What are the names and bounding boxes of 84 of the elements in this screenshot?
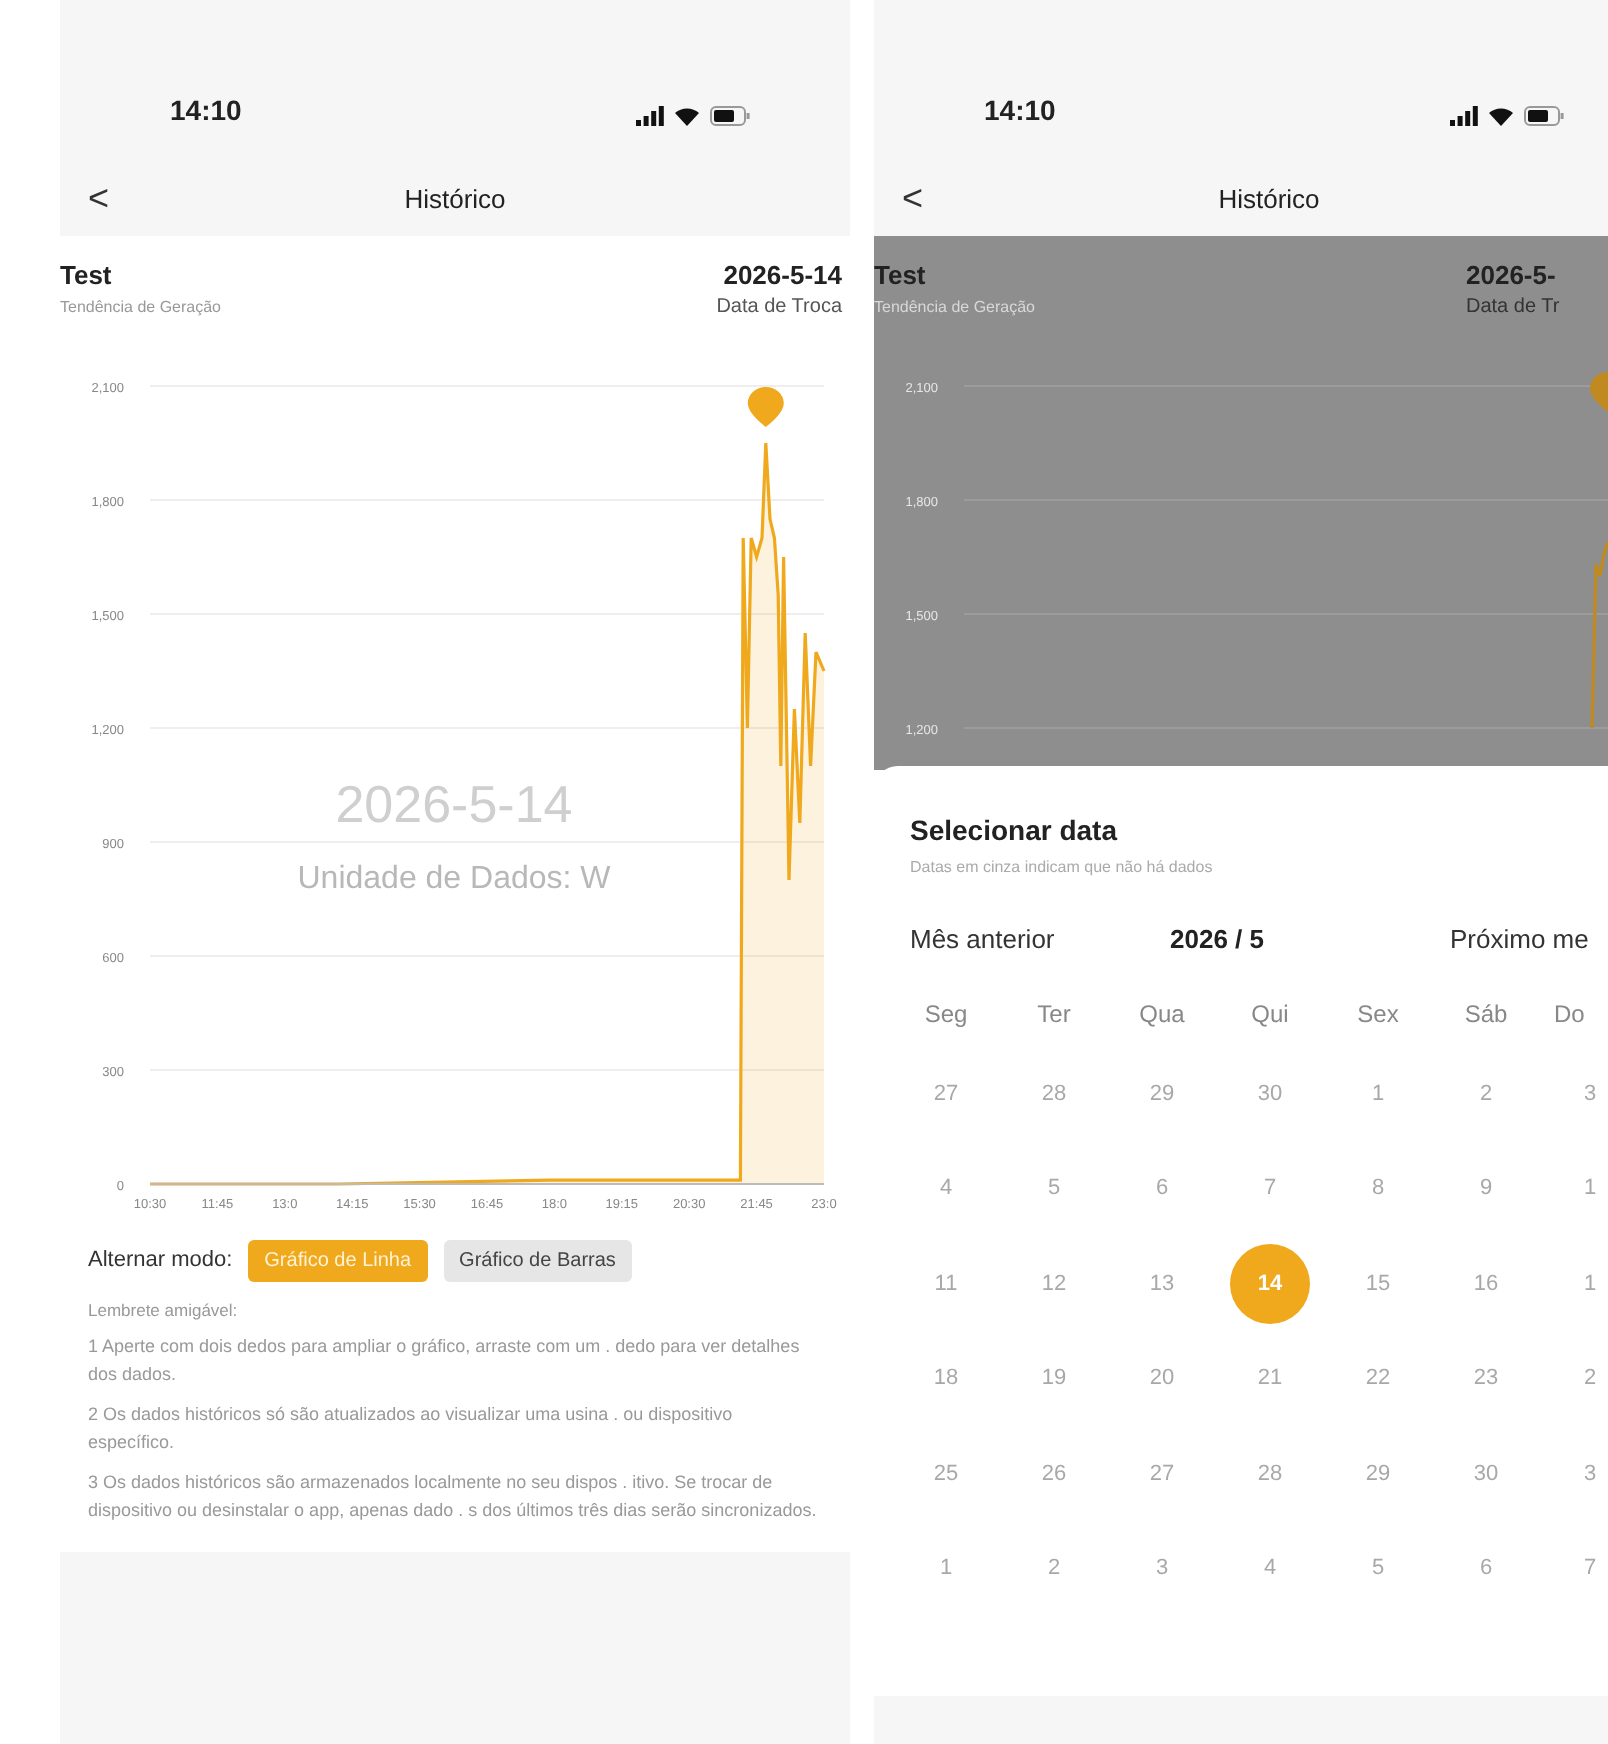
calendar-day[interactable]: 2 <box>1014 1528 1094 1609</box>
next-month-button[interactable]: Próximo me <box>1450 924 1589 954</box>
calendar-day[interactable]: 4 <box>906 1148 986 1229</box>
calendar-day[interactable]: 23 <box>1446 1338 1526 1419</box>
calendar-day[interactable]: 3 <box>1584 1053 1597 1134</box>
calendar-day[interactable]: 1 <box>906 1528 986 1609</box>
calendar-day[interactable]: 9 <box>1446 1148 1526 1229</box>
weekday-label: Qua <box>1137 998 1187 1032</box>
calendar-day[interactable]: 13 <box>1122 1243 1202 1324</box>
calendar-day[interactable]: 3 <box>1122 1528 1202 1609</box>
chart-subtitle: Tendência de Geração <box>874 298 1035 316</box>
calendar-day[interactable]: 2 <box>1446 1053 1526 1134</box>
calendar-day[interactable]: 2 <box>1584 1338 1597 1419</box>
device-name: Test <box>874 260 928 290</box>
calendar-day[interactable]: 26 <box>1014 1433 1094 1514</box>
calendar-day[interactable]: 16 <box>1446 1243 1526 1324</box>
chart-mode-button[interactable]: Gráfico de Linha <box>248 1239 428 1281</box>
calendar-day[interactable]: 30 <box>1230 1053 1310 1134</box>
calendar-day[interactable]: 20 <box>1122 1338 1202 1419</box>
current-month: 2026 / 5 <box>1170 924 1266 954</box>
calendar-day[interactable]: 28 <box>1230 1433 1310 1514</box>
weekday-label: Do <box>1552 998 1587 1032</box>
tips-title: Lembrete amigável: <box>88 1300 240 1320</box>
wifi-icon <box>1488 106 1514 126</box>
calendar-day[interactable]: 30 <box>1446 1433 1526 1514</box>
calendar-day[interactable]: 27 <box>1122 1433 1202 1514</box>
back-button[interactable]: < <box>902 177 930 219</box>
change-date-link[interactable]: Data de Troca <box>716 296 842 318</box>
screen-title: Histórico <box>404 183 506 213</box>
tip-text: 2 Os dados históricos só são atualizados ao visualizar uma usina . ou dispositivo específico. <box>88 1402 735 1456</box>
weekday-label: Sáb <box>1462 998 1510 1032</box>
calendar-day[interactable]: 15 <box>1338 1243 1418 1324</box>
calendar-day[interactable]: 29 <box>1122 1053 1202 1134</box>
weekday-label: Qui <box>1249 998 1291 1032</box>
calendar-day[interactable]: 28 <box>1014 1053 1094 1134</box>
calendar-day[interactable]: 7 <box>1230 1148 1310 1229</box>
selected-date[interactable]: 2026-5-14 <box>716 260 842 290</box>
weekday-label: Sex <box>1355 998 1401 1032</box>
calendar-day[interactable]: 25 <box>906 1433 986 1514</box>
calendar-day[interactable]: 5 <box>1338 1528 1418 1609</box>
signal-icon <box>1450 106 1478 126</box>
chart-watermark-unit: Unidade de Dados: W <box>297 862 611 896</box>
tip-text: 3 Os dados históricos são armazenados localmente no seu dispos . itivo. Se trocar de dispositivo ou desinstalar o app, apenas dado . s dos últimos três dias serão sincronizados. <box>88 1470 819 1524</box>
selected-date[interactable]: 2026-5- <box>1466 260 1600 290</box>
calendar-day[interactable]: 29 <box>1338 1433 1418 1514</box>
calendar-day[interactable]: 5 <box>1014 1148 1094 1229</box>
peak-marker <box>1590 372 1608 412</box>
calendar-day[interactable]: 12 <box>1014 1243 1094 1324</box>
calendar-day[interactable]: 6 <box>1446 1528 1526 1609</box>
chart-subtitle: Tendência de Geração <box>60 298 221 316</box>
change-date-link[interactable]: Data de Tr <box>1466 296 1600 318</box>
weekday-label: Seg <box>922 998 970 1032</box>
previous-month-button[interactable]: Mês anterior <box>910 924 1170 954</box>
battery-icon <box>1524 106 1564 126</box>
mode-label: Alternar modo: <box>88 1248 233 1272</box>
calendar-day[interactable]: 14 <box>1230 1243 1310 1324</box>
calendar-day[interactable]: 19 <box>1014 1338 1094 1419</box>
calendar-day[interactable]: 11 <box>906 1243 986 1324</box>
calendar-day[interactable]: 1 <box>1584 1148 1597 1229</box>
wifi-icon <box>674 106 700 126</box>
back-button[interactable]: < <box>88 177 116 219</box>
status-time: 14:10 <box>170 94 242 126</box>
calendar-day[interactable]: 3 <box>1584 1433 1597 1514</box>
calendar-day[interactable]: 4 <box>1230 1528 1310 1609</box>
calendar-day[interactable]: 22 <box>1338 1338 1418 1419</box>
calendar-day[interactable]: 21 <box>1230 1338 1310 1419</box>
calendar-day[interactable]: 1 <box>1338 1053 1418 1134</box>
peak-marker <box>747 387 784 427</box>
status-time: 14:10 <box>984 94 1056 126</box>
calendar-day[interactable]: 7 <box>1584 1528 1597 1609</box>
weekday-label: Ter <box>1035 998 1073 1032</box>
device-name: Test <box>60 260 114 290</box>
calendar-day[interactable]: 8 <box>1338 1148 1418 1229</box>
screen-title: Histórico <box>1218 183 1320 213</box>
sheet-title: Selecionar data <box>910 814 1120 846</box>
signal-icon <box>636 106 664 126</box>
sheet-hint: Datas em cinza indicam que não há dados <box>910 858 1215 876</box>
calendar-day[interactable]: 18 <box>906 1338 986 1419</box>
calendar-day[interactable]: 6 <box>1122 1148 1202 1229</box>
calendar-day[interactable]: 1 <box>1584 1243 1597 1324</box>
battery-icon <box>710 106 750 126</box>
calendar-day[interactable]: 27 <box>906 1053 986 1134</box>
tip-text: 1 Aperte com dois dedos para ampliar o gráfico, arraste com um . dedo para ver detalhes dos dados. <box>88 1334 802 1388</box>
chart-mode-button[interactable]: Gráfico de Barras <box>443 1239 632 1281</box>
